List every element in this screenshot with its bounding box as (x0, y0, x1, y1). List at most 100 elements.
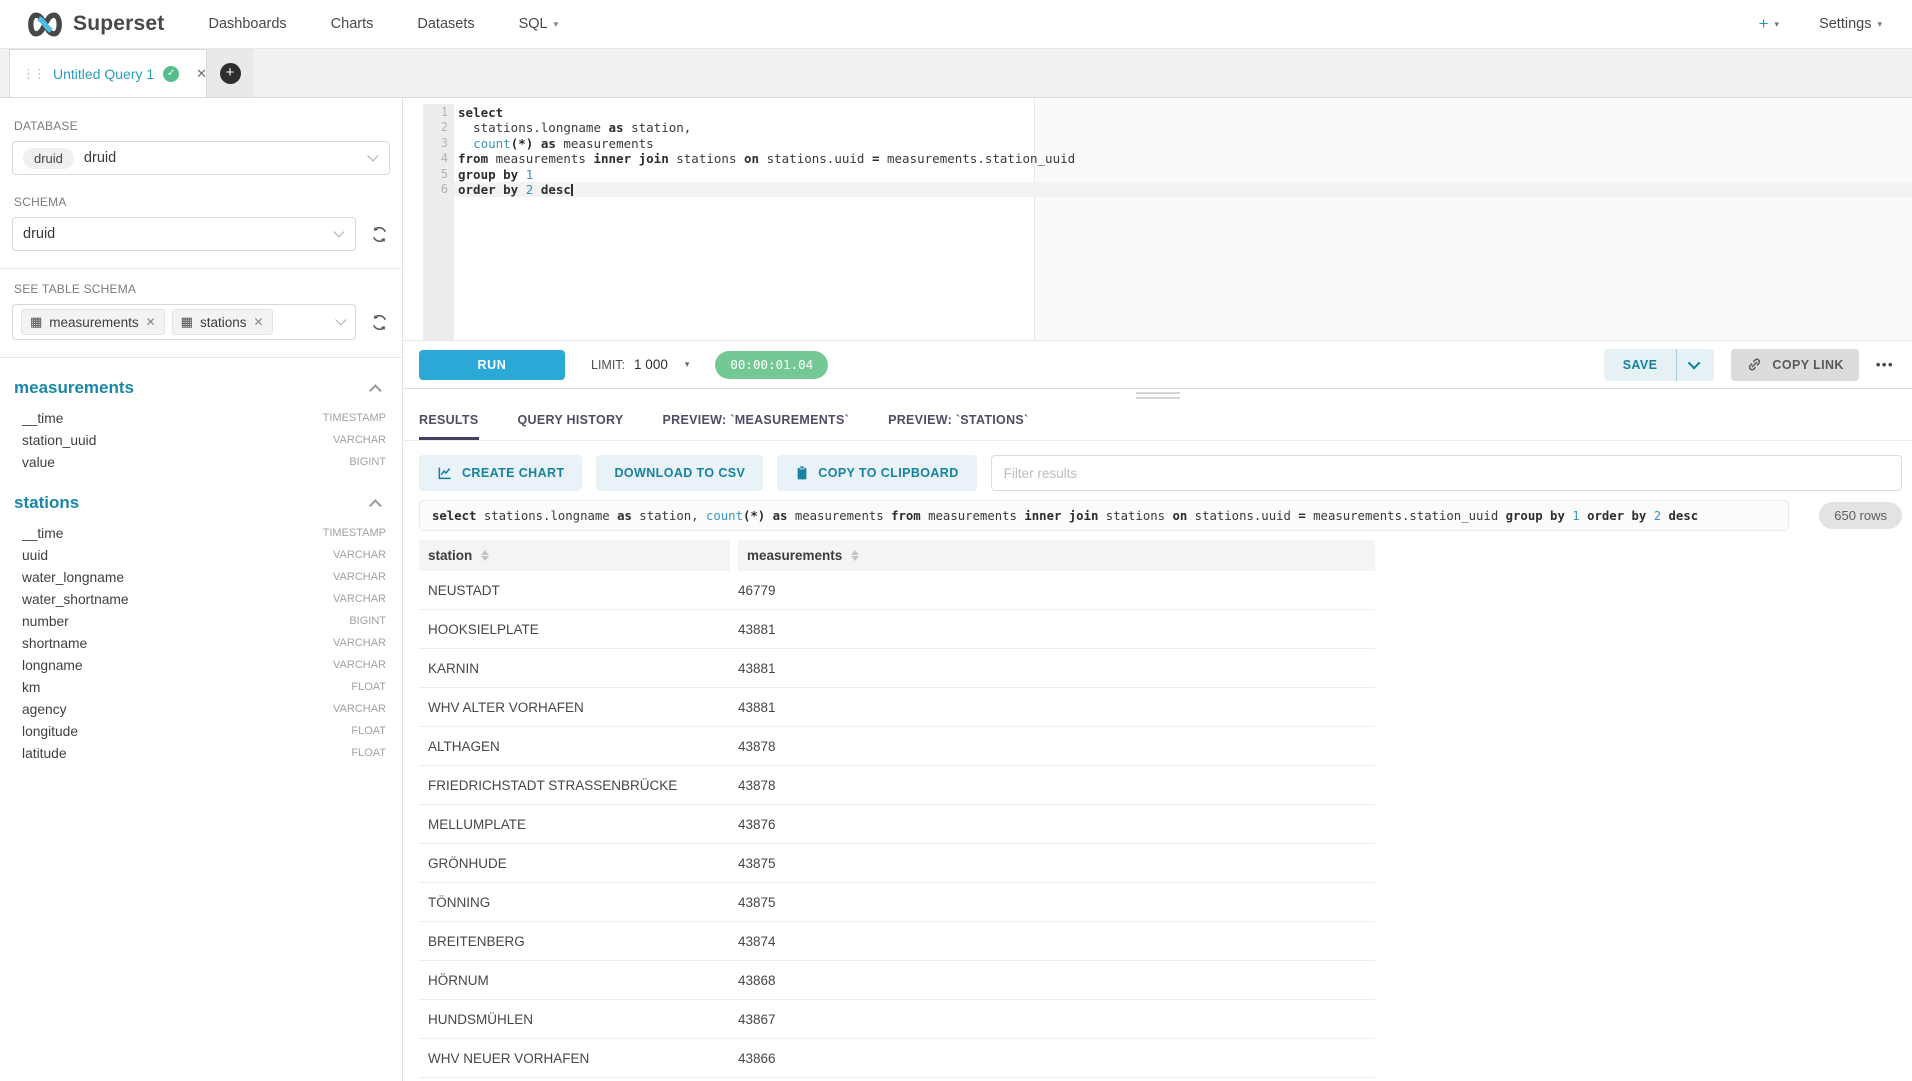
remove-table-icon[interactable]: ✕ (253, 315, 263, 329)
collapse-icon[interactable] (369, 384, 382, 397)
measurements-cell: 43881 (738, 700, 1375, 715)
tab-label: Untitled Query 1 (53, 66, 154, 82)
results-tab-query-history[interactable]: QUERY HISTORY (518, 413, 624, 440)
table-chip-label: stations (200, 315, 247, 330)
limit-label: LIMIT: (591, 358, 625, 372)
see-table-schema-label: SEE TABLE SCHEMA (14, 282, 390, 296)
schema-table-title: stations (14, 493, 79, 513)
copy-link-button[interactable]: COPY LINK (1731, 349, 1858, 381)
save-options-button[interactable] (1677, 349, 1714, 381)
table-chip-measurements[interactable]: ▦measurements✕ (21, 309, 165, 335)
table-row: BREITENBERG43874 (419, 922, 1375, 961)
sql-token: stations.longname (458, 120, 609, 135)
save-button[interactable]: SAVE (1604, 349, 1678, 381)
nav-item-dashboards[interactable]: Dashboards (208, 16, 286, 32)
remove-table-icon[interactable]: ✕ (146, 315, 156, 329)
executed-query-preview: select stations.longname as station, cou… (419, 500, 1789, 531)
refresh-schemas-button[interactable] (368, 223, 390, 245)
editor-code: select stations.longname as station, cou… (454, 98, 1912, 197)
copy-to-clipboard-button[interactable]: COPY TO CLIPBOARD (777, 455, 976, 491)
column-header-station[interactable]: station (419, 540, 730, 571)
settings-menu[interactable]: Settings ▾ (1819, 16, 1882, 32)
schema-column-row: agencyVARCHAR (12, 698, 390, 720)
station-cell: GRÖNHUDE (419, 856, 738, 871)
tab-drag-handle-icon[interactable]: ⋮⋮ (22, 66, 44, 82)
sql-token (1580, 509, 1587, 523)
schema-column-row: __timeTIMESTAMP (12, 522, 390, 544)
schema-table-header[interactable]: stations (14, 493, 388, 513)
new-item-menu[interactable]: + ▾ (1759, 14, 1779, 34)
table-row: FRIEDRICHSTADT STRASSENBRÜCKE43878 (419, 766, 1375, 805)
measurements-cell: 43875 (738, 895, 1375, 910)
chevron-down-icon: ▾ (554, 19, 559, 30)
brand-name: Superset (73, 12, 164, 36)
sql-token: stations.uuid (1187, 509, 1298, 523)
schema-column-row: numberBIGINT (12, 610, 390, 632)
sql-editor[interactable]: 123456 select stations.longname as stati… (403, 98, 1912, 341)
sql-token: count (706, 509, 743, 523)
column-name: station_uuid (22, 433, 96, 448)
sql-token: count (473, 136, 511, 151)
measurements-cell: 46779 (738, 583, 1375, 598)
schema-table-header[interactable]: measurements (14, 378, 388, 398)
filter-results-input[interactable] (991, 455, 1902, 491)
station-cell: FRIEDRICHSTADT STRASSENBRÜCKE (419, 778, 738, 793)
sql-token: 1 (1572, 509, 1579, 523)
query-timer-badge: 00:00:01.04 (715, 351, 828, 379)
nav-item-sql[interactable]: SQL ▾ (519, 16, 559, 32)
collapse-icon[interactable] (369, 499, 382, 512)
limit-dropdown[interactable]: LIMIT: 1 000 ▾ (591, 357, 689, 372)
column-type: FLOAT (351, 681, 388, 693)
sort-icon[interactable] (481, 550, 489, 561)
table-chip-stations[interactable]: ▦stations✕ (172, 309, 273, 335)
superset-logo[interactable]: Superset (26, 12, 164, 37)
sql-token: station, (624, 120, 692, 135)
clipboard-icon (795, 465, 809, 481)
chevron-down-icon: ▾ (1775, 19, 1780, 30)
sql-token (458, 136, 473, 151)
nav-item-label: SQL (519, 16, 548, 32)
schema-column-row: __timeTIMESTAMP (12, 407, 390, 429)
column-type: TIMESTAMP (323, 527, 388, 539)
table-row: TÖNNING43875 (419, 883, 1375, 922)
nav-item-charts[interactable]: Charts (331, 16, 374, 32)
sql-token: 2 (1654, 509, 1661, 523)
results-tab-preview-measurements[interactable]: PREVIEW: `MEASUREMENTS` (663, 413, 850, 440)
schema-select[interactable]: druid (12, 217, 356, 251)
chevron-down-icon: ▾ (685, 359, 690, 370)
column-type: BIGINT (349, 456, 388, 468)
more-options-button[interactable]: ••• (1876, 357, 1894, 372)
download-to-csv-button[interactable]: DOWNLOAD TO CSV (596, 455, 763, 491)
measurements-cell: 43878 (738, 739, 1375, 754)
schema-value: druid (23, 226, 55, 242)
refresh-tables-button[interactable] (368, 311, 390, 333)
table-row: GRÖNHUDE43875 (419, 844, 1375, 883)
results-tab-results[interactable]: RESULTS (419, 413, 479, 440)
database-select[interactable]: druid druid (12, 141, 390, 175)
column-name: __time (22, 411, 63, 426)
results-tab-preview-stations[interactable]: PREVIEW: `STATIONS` (888, 413, 1028, 440)
create-chart-button[interactable]: CREATE CHART (419, 455, 582, 491)
add-tab-button[interactable]: + (220, 63, 241, 84)
tab-untitled-query-1[interactable]: ⋮⋮ Untitled Query 1 ✓ ✕ (9, 49, 207, 97)
sql-token: on (1172, 509, 1187, 523)
sqllab-sidebar: DATABASE druid druid SCHEMA druid (0, 98, 403, 1081)
table-row: ALTHAGEN43878 (419, 727, 1375, 766)
line-number: 6 (423, 182, 454, 197)
pane-splitter[interactable] (403, 388, 1912, 401)
sort-icon[interactable] (851, 550, 859, 561)
nav-item-datasets[interactable]: Datasets (417, 16, 474, 32)
text-cursor (571, 184, 573, 196)
sql-token (765, 509, 772, 523)
sql-token: order by (1587, 509, 1646, 523)
table-select[interactable]: ▦measurements✕▦stations✕ (12, 304, 356, 340)
run-button[interactable]: RUN (419, 350, 565, 380)
table-row: NEUSTADT46779 (419, 571, 1375, 610)
schema-table-measurements: measurements__timeTIMESTAMPstation_uuidV… (12, 378, 390, 473)
add-tab-area: + (207, 49, 253, 97)
measurements-cell: 43874 (738, 934, 1375, 949)
close-tab-icon[interactable]: ✕ (196, 66, 207, 82)
code-line: from measurements inner join stations on… (454, 151, 1912, 166)
code-line: count(*) as measurements (454, 136, 1912, 151)
column-header-measurements[interactable]: measurements (738, 540, 1375, 571)
